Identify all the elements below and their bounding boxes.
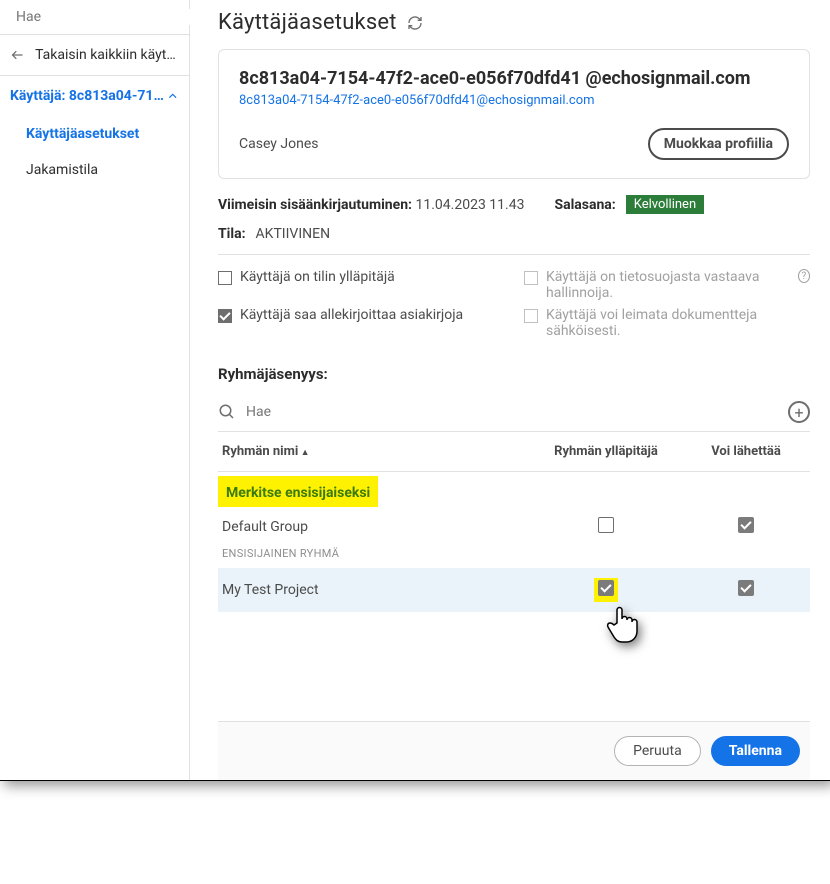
sidebar-back[interactable]: Takaisin kaikkiin käyttä… (0, 35, 189, 76)
group-admin-checkbox[interactable] (598, 517, 614, 533)
checkbox-checked-icon[interactable] (218, 309, 232, 323)
perm-privacy-admin-row: Käyttäjä on tietosuojasta vastaava halli… (524, 269, 810, 301)
primary-group-label: ENSISIJAINEN RYHMÄ (218, 547, 810, 568)
table-row[interactable]: Default Group (218, 507, 810, 547)
can-send-checkbox[interactable] (738, 580, 754, 596)
group-search-input[interactable] (246, 404, 778, 420)
password-badge: Kelvollinen (626, 195, 704, 214)
can-send-checkbox[interactable] (738, 517, 754, 533)
perm-account-admin-row[interactable]: Käyttäjä on tilin ylläpitäjä (218, 269, 504, 301)
sidebar-item-user-settings[interactable]: Käyttäjäasetukset (0, 116, 189, 152)
status-label: Tila: (218, 226, 246, 242)
mark-primary-label: Merkitse ensisijaiseksi (226, 485, 370, 501)
sidebar-item-sharing[interactable]: Jakamistila (0, 152, 189, 188)
sidebar-search[interactable] (0, 0, 189, 35)
status-value: AKTIIVINEN (256, 226, 331, 242)
checkbox-unchecked-icon[interactable] (218, 271, 232, 285)
profile-id: 8c813a04-7154-47f2-ace0-e056f70dfd41 @ec… (239, 68, 789, 89)
sidebar-section-label: Käyttäjä: 8c813a04-715… (10, 88, 166, 104)
perm-can-stamp-label: Käyttäjä voi leimata dokumentteja sähköi… (546, 307, 810, 339)
group-membership-title: Ryhmäjäsenyys: (218, 365, 810, 383)
sidebar: Takaisin kaikkiin käyttä… Käyttäjä: 8c81… (0, 0, 190, 780)
info-icon[interactable]: ? (798, 269, 810, 283)
main-content: Käyttäjäasetukset 8c813a04-7154-47f2-ace… (190, 0, 830, 780)
arrow-left-icon (10, 47, 25, 63)
col-group-name[interactable]: Ryhmän nimi (222, 444, 526, 459)
sidebar-search-input[interactable] (16, 9, 194, 25)
sidebar-back-label: Takaisin kaikkiin käyttä… (35, 47, 179, 63)
perm-privacy-admin-label: Käyttäjä on tietosuojasta vastaava halli… (546, 269, 788, 301)
footer-actions: Peruuta Tallenna (218, 721, 810, 780)
col-can-send[interactable]: Voi lähettää (686, 444, 806, 459)
page-title-row: Käyttäjäasetukset (218, 10, 810, 35)
perm-can-sign-label: Käyttäjä saa allekirjoittaa asiakirjoja (240, 307, 463, 323)
last-login-value: 11.04.2023 11.43 (415, 197, 524, 213)
password-label: Salasana: (554, 197, 615, 213)
refresh-icon[interactable] (407, 15, 423, 31)
group-membership-section: Ryhmäjäsenyys: + Ryhmän nimi Ryhmän yllä… (218, 365, 810, 612)
search-icon (218, 403, 236, 421)
chevron-up-icon (166, 89, 179, 103)
permissions-grid: Käyttäjä on tilin ylläpitäjä Käyttäjä on… (218, 269, 810, 339)
profile-display-name: Casey Jones (239, 136, 318, 152)
perm-can-stamp-row: Käyttäjä voi leimata dokumentteja sähköi… (524, 307, 810, 339)
group-name: My Test Project (222, 582, 526, 598)
table-row[interactable]: My Test Project (218, 568, 810, 612)
last-login-label: Viimeisin sisäänkirjautuminen: (218, 197, 412, 213)
profile-email[interactable]: 8c813a04-7154-47f2-ace0-e056f70dfd41@ech… (239, 93, 789, 108)
perm-account-admin-label: Käyttäjä on tilin ylläpitäjä (240, 269, 395, 285)
checkbox-disabled-icon (524, 271, 538, 285)
app-shell: Takaisin kaikkiin käyttä… Käyttäjä: 8c81… (0, 0, 830, 780)
group-admin-checkbox[interactable] (598, 580, 614, 596)
sidebar-section[interactable]: Käyttäjä: 8c813a04-715… (0, 76, 189, 116)
col-group-admin[interactable]: Ryhmän ylläpitäjä (526, 444, 686, 459)
add-group-button[interactable]: + (788, 401, 810, 423)
perm-can-sign-row[interactable]: Käyttäjä saa allekirjoittaa asiakirjoja (218, 307, 504, 339)
mark-primary-action[interactable]: Merkitse ensisijaiseksi (218, 476, 378, 507)
group-table-header: Ryhmän nimi Ryhmän ylläpitäjä Voi lähett… (218, 432, 810, 472)
profile-card: 8c813a04-7154-47f2-ace0-e056f70dfd41 @ec… (218, 49, 810, 179)
checkbox-disabled-icon (524, 309, 538, 323)
save-button[interactable]: Tallenna (711, 736, 800, 766)
edit-profile-button[interactable]: Muokkaa profiilia (648, 128, 789, 160)
page-title: Käyttäjäasetukset (218, 10, 397, 35)
group-name: Default Group (222, 519, 526, 535)
meta-block: Viimeisin sisäänkirjautuminen: 11.04.202… (218, 195, 810, 339)
group-search-row: + (218, 393, 810, 432)
cancel-button[interactable]: Peruuta (614, 736, 701, 766)
